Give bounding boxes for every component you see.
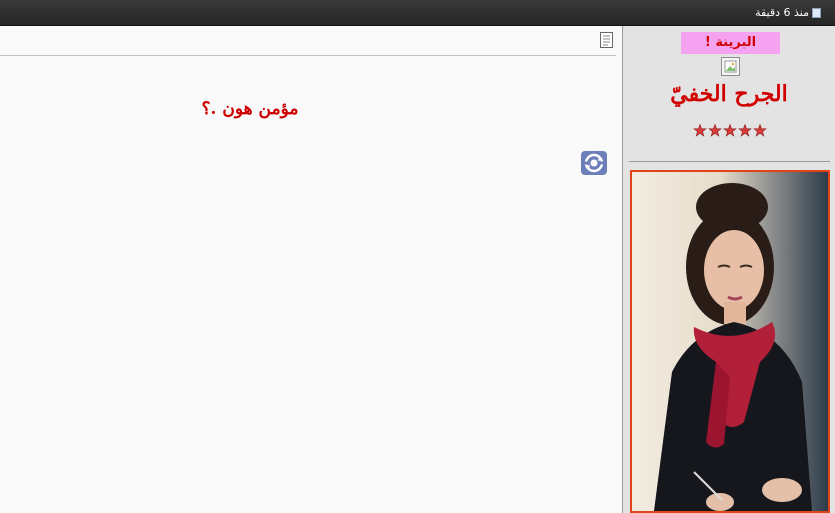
portrait-image <box>632 172 828 511</box>
star-icon <box>753 124 767 137</box>
star-icon <box>693 124 707 137</box>
post-time: منذ 6 دقيقة <box>755 6 821 19</box>
broken-image-icon <box>721 57 740 76</box>
star-icon <box>738 124 752 137</box>
rating-stars <box>693 124 767 137</box>
sidebar-divider <box>629 161 830 162</box>
star-icon <box>723 124 737 137</box>
rank-badge: البرينة ! <box>681 32 780 54</box>
profile-sidebar: البرينة ! الجرح الخفيّ <box>623 26 835 513</box>
post-body: مؤمن هون .؟ <box>0 26 622 513</box>
post-time-label: منذ 6 دقيقة <box>755 6 809 19</box>
refresh-button[interactable] <box>581 151 607 175</box>
post-header <box>0 26 616 56</box>
top-bar: منذ 6 دقيقة <box>0 0 835 26</box>
member-portrait <box>630 170 830 513</box>
star-icon <box>708 124 722 137</box>
document-icon[interactable] <box>600 32 613 48</box>
post-message: مؤمن هون .؟ <box>201 99 299 119</box>
post-icon <box>812 7 821 18</box>
username[interactable]: الجرح الخفيّ <box>643 81 815 107</box>
refresh-icon <box>584 153 604 173</box>
